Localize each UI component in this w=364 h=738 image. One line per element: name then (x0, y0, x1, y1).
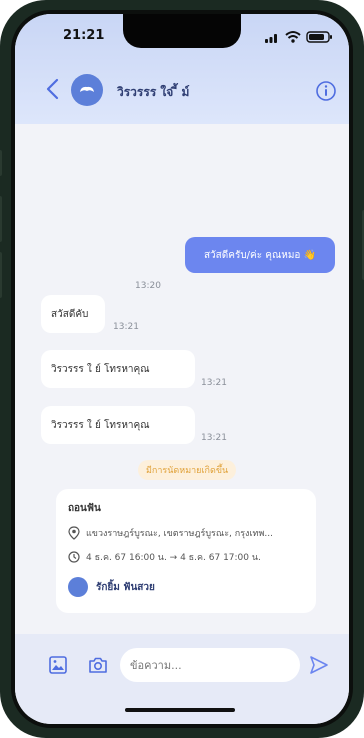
appointment-provider: รักยิ้ม ฟันสวย (68, 577, 155, 597)
back-arrow-icon[interactable] (43, 76, 63, 102)
top-bar: วิรวรรร ใจ ี้ ม์ (15, 66, 349, 118)
volume-up-button (0, 196, 2, 242)
appointment-time-row: 4 ธ.ค. 67 16:00 น. → 4 ธ.ค. 67 17:00 น. (68, 550, 261, 564)
message-bubble-incoming: สวัสดีคับ (41, 295, 105, 333)
screen: 21:21 วิรวรรร ใจ ี้ ม์ สวัสดีครับ/ค่ะ คุ… (15, 14, 349, 724)
notch (123, 14, 241, 48)
appointment-notice: มีการนัดหมายเกิดขึ้น (138, 460, 237, 480)
wifi-icon (285, 31, 301, 43)
status-time: 21:21 (63, 28, 105, 43)
camera-icon[interactable] (87, 654, 109, 676)
gallery-icon[interactable] (47, 654, 69, 676)
clock-icon (68, 551, 80, 563)
info-icon[interactable] (315, 80, 337, 102)
appointment-title: ถอนฟัน (68, 503, 101, 514)
message-bubble-incoming: วิรวรรร ใ ย์ โทรหาคุณ (41, 406, 195, 444)
status-bar: 21:21 (15, 14, 349, 60)
appointment-card[interactable]: ถอนฟัน แขวงราษฎร์บูรณะ, เขตราษฎร์บูรณะ, … (56, 489, 316, 613)
volume-down-button (0, 252, 2, 298)
phone-frame: 21:21 วิรวรรร ใจ ี้ ม์ สวัสดีครับ/ค่ะ คุ… (0, 0, 364, 738)
signal-icon (265, 34, 277, 43)
message-bubble-incoming: วิรวรรร ใ ย์ โทรหาคุณ (41, 350, 195, 388)
appointment-time-range: 4 ธ.ค. 67 16:00 น. → 4 ธ.ค. 67 17:00 น. (86, 553, 261, 563)
battery-icon (306, 31, 332, 43)
chat-header: 21:21 วิรวรรร ใจ ี้ ม์ (15, 14, 349, 124)
message-time: 13:21 (201, 378, 227, 388)
message-time: 13:20 (135, 281, 161, 291)
contact-name: วิรวรรร ใจ ี้ ม์ (117, 85, 190, 99)
provider-name: รักยิ้ม ฟันสวย (96, 581, 155, 593)
chat-thread[interactable]: สวัสดีครับ/ค่ะ คุณหมอ 👋 13:20 สวัสดีคับ … (15, 124, 349, 634)
mute-switch (0, 150, 2, 176)
contact-avatar[interactable] (71, 74, 103, 106)
provider-logo-icon (68, 577, 88, 597)
appointment-location: แขวงราษฎร์บูรณะ, เขตราษฎร์บูรณะ, กรุงเทพ… (86, 529, 273, 539)
status-icons (265, 31, 332, 43)
location-pin-icon (68, 526, 80, 540)
tooth-logo-icon (80, 86, 94, 92)
message-input[interactable] (120, 648, 300, 682)
message-bubble-outgoing: สวัสดีครับ/ค่ะ คุณหมอ 👋 (185, 237, 335, 273)
send-icon[interactable] (308, 654, 330, 676)
message-time: 13:21 (201, 433, 227, 443)
message-time: 13:21 (113, 322, 139, 332)
home-indicator (125, 708, 235, 712)
appointment-location-row: แขวงราษฎร์บูรณะ, เขตราษฎร์บูรณะ, กรุงเทพ… (68, 526, 273, 540)
